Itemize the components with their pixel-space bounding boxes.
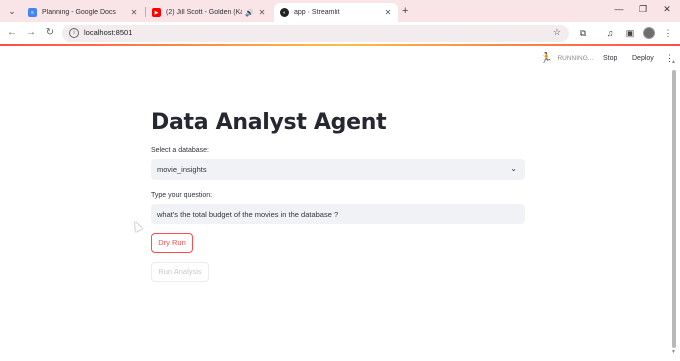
dry-run-button[interactable]: Dry Run	[151, 233, 193, 253]
tab-youtube[interactable]: ▶ (2) Jill Scott - Golden (Kaym 🔊 ✕	[146, 3, 272, 22]
side-panel-icon[interactable]: ▣	[624, 27, 636, 39]
new-tab-icon[interactable]: +	[402, 5, 408, 17]
bookmark-star-icon[interactable]: ☆	[553, 27, 561, 38]
tab-title: app · Streamlit	[294, 9, 340, 16]
address-bar[interactable]: i localhost:8501 ☆	[62, 25, 569, 42]
forward-icon[interactable]: →	[24, 26, 38, 40]
mouse-cursor-icon	[131, 219, 143, 233]
close-tab-icon[interactable]: ✕	[383, 8, 393, 17]
running-status-text: RUNNING...	[557, 55, 594, 62]
deploy-button[interactable]: Deploy	[632, 55, 654, 62]
database-select-value: movie_insights	[157, 165, 207, 174]
page-title: Data Analyst Agent	[151, 110, 387, 135]
address-url: localhost:8501	[84, 28, 133, 37]
browser-tab-strip: ⌄ ≡ Planning - Google Docs ✕ ▶ (2) Jill …	[0, 0, 680, 22]
database-select[interactable]: movie_insights ⌄	[151, 159, 525, 180]
tab-search-icon[interactable]: ⌄	[5, 4, 19, 18]
chevron-down-icon: ⌄	[510, 164, 517, 173]
streamlit-icon: ◐	[280, 8, 289, 17]
media-controls-icon[interactable]: ♫	[604, 27, 616, 39]
extensions-icon[interactable]: ⧉	[577, 27, 589, 39]
tab-title: Planning - Google Docs	[42, 9, 116, 16]
reload-icon[interactable]: ↻	[43, 26, 57, 40]
scrollbar-thumb[interactable]	[672, 70, 676, 348]
back-icon[interactable]: ←	[5, 26, 19, 40]
browser-menu-icon[interactable]: ⋮	[662, 27, 674, 39]
stop-button[interactable]: Stop	[603, 55, 617, 62]
running-status: 🏃 RUNNING...	[540, 53, 593, 64]
youtube-icon: ▶	[152, 8, 161, 17]
running-progress-bar	[0, 44, 680, 46]
tab-title: (2) Jill Scott - Golden (Kaym	[166, 9, 242, 16]
question-input[interactable]: what's the total budget of the movies in…	[151, 204, 525, 224]
tab-streamlit-app[interactable]: ◐ app · Streamlit ✕	[274, 3, 398, 22]
browser-toolbar: ← → ↻ i localhost:8501 ☆ ⧉ ♫ ▣ ⋮	[0, 22, 680, 44]
run-analysis-button[interactable]: Run Analysis	[151, 262, 209, 282]
running-man-icon: 🏃	[540, 53, 553, 64]
google-docs-icon: ≡	[28, 8, 37, 17]
close-tab-icon[interactable]: ✕	[129, 8, 139, 17]
scroll-down-icon[interactable]: ▼	[671, 349, 676, 355]
database-label: Select a database:	[151, 147, 209, 154]
profile-avatar[interactable]	[643, 27, 655, 39]
minimize-icon[interactable]: —	[612, 4, 626, 14]
close-window-icon[interactable]: ✕	[660, 4, 674, 15]
site-info-icon[interactable]: i	[69, 28, 79, 38]
scroll-up-icon[interactable]: ▲	[671, 59, 676, 65]
tab-google-docs[interactable]: ≡ Planning - Google Docs ✕	[22, 3, 144, 22]
question-input-value: what's the total budget of the movies in…	[157, 210, 339, 219]
restore-icon[interactable]: ❐	[636, 4, 650, 15]
question-label: Type your question:	[151, 192, 213, 199]
speaker-icon[interactable]: 🔊	[245, 9, 254, 17]
close-tab-icon[interactable]: ✕	[257, 8, 267, 17]
